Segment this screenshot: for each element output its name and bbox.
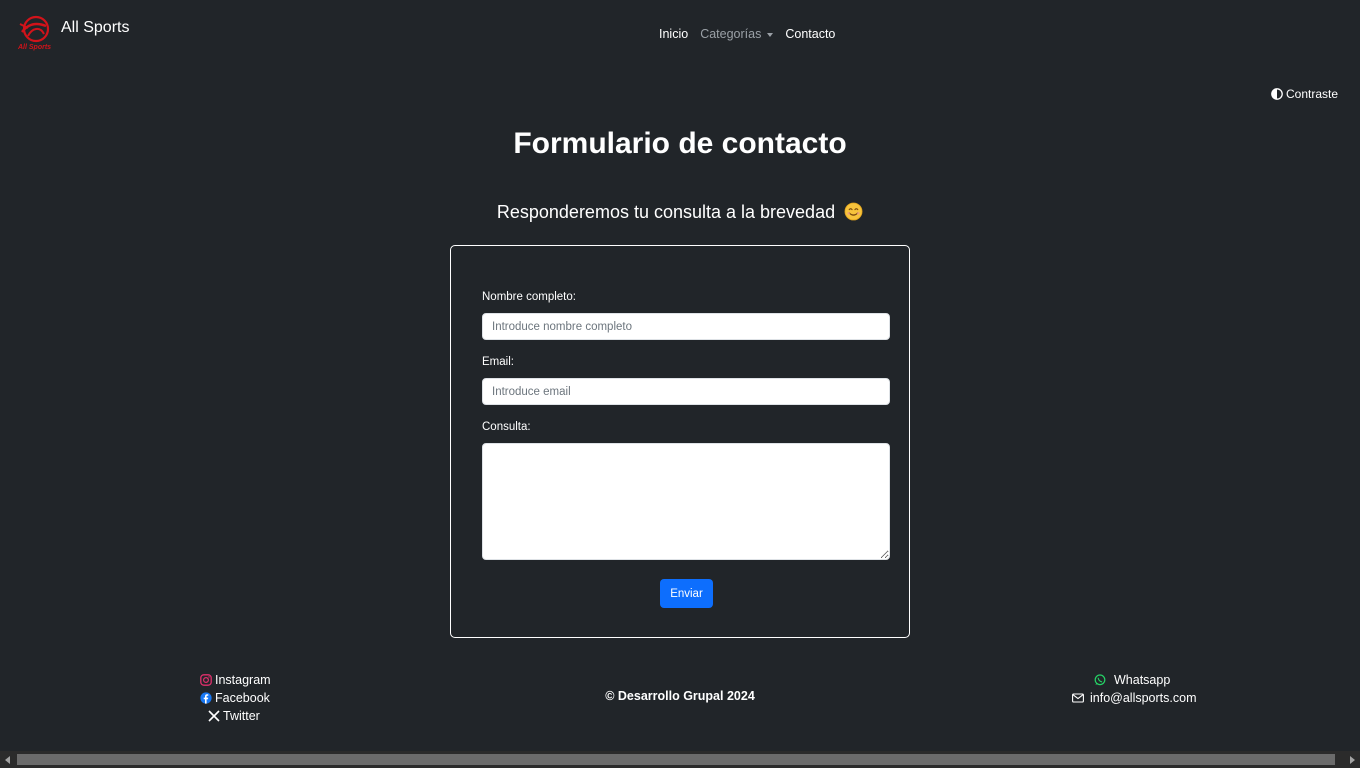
- chevron-down-icon: [767, 32, 774, 37]
- whatsapp-label: Whatsapp: [1114, 673, 1171, 687]
- whatsapp-link[interactable]: Whatsapp: [1094, 673, 1170, 687]
- contrast-toggle-button[interactable]: Contraste: [1271, 87, 1338, 101]
- all-sports-logo-icon: All Sports: [17, 15, 51, 51]
- contact-form: Nombre completo: Email: Consulta: Enviar: [450, 245, 910, 638]
- email-input[interactable]: [482, 378, 890, 405]
- name-input[interactable]: [482, 313, 890, 340]
- nav-item-categorias-label: Categorías: [700, 27, 762, 41]
- x-twitter-icon: [208, 710, 220, 722]
- scrollbar-thumb[interactable]: [17, 754, 1335, 765]
- brand-link[interactable]: All Sports All Sports: [16, 14, 129, 52]
- whatsapp-icon: [1094, 674, 1106, 686]
- horizontal-scrollbar[interactable]: [0, 751, 1360, 768]
- half-circle-icon: [1271, 88, 1283, 100]
- email-address: info@allsports.com: [1090, 691, 1197, 705]
- nav-item-categorias[interactable]: Categorías: [700, 27, 774, 41]
- query-label: Consulta:: [482, 421, 531, 433]
- envelope-icon: [1072, 693, 1084, 703]
- email-link[interactable]: info@allsports.com: [1072, 691, 1196, 705]
- scroll-left-arrow-icon[interactable]: [5, 756, 10, 764]
- smiling-face-icon: [844, 202, 863, 221]
- nav-menu: Inicio Categorías Contacto: [659, 27, 835, 41]
- page-subtitle: Responderemos tu consulta a la brevedad: [0, 202, 1360, 223]
- footer-contact-links: Whatsapp info@allsports.com: [1072, 671, 1196, 707]
- instagram-link[interactable]: Instagram: [200, 673, 271, 687]
- query-textarea[interactable]: [482, 443, 890, 560]
- scroll-right-arrow-icon[interactable]: [1350, 756, 1355, 764]
- navbar: All Sports All Sports Inicio Categorías …: [0, 0, 1360, 70]
- twitter-link[interactable]: Twitter: [208, 709, 260, 723]
- page-title: Formulario de contacto: [513, 127, 847, 160]
- subtitle-text: Responderemos tu consulta a la brevedad: [496, 202, 836, 222]
- svg-text:All Sports: All Sports: [17, 44, 51, 51]
- instagram-icon: [200, 674, 212, 686]
- instagram-label: Instagram: [215, 673, 271, 687]
- email-label: Email:: [482, 356, 514, 368]
- submit-button[interactable]: Enviar: [660, 579, 713, 608]
- name-label: Nombre completo:: [482, 291, 576, 303]
- twitter-label: Twitter: [223, 709, 260, 723]
- nav-item-contacto[interactable]: Contacto: [785, 27, 835, 41]
- nav-item-inicio[interactable]: Inicio: [659, 27, 688, 41]
- brand-name: All Sports: [61, 19, 130, 36]
- contrast-label: Contraste: [1286, 87, 1339, 101]
